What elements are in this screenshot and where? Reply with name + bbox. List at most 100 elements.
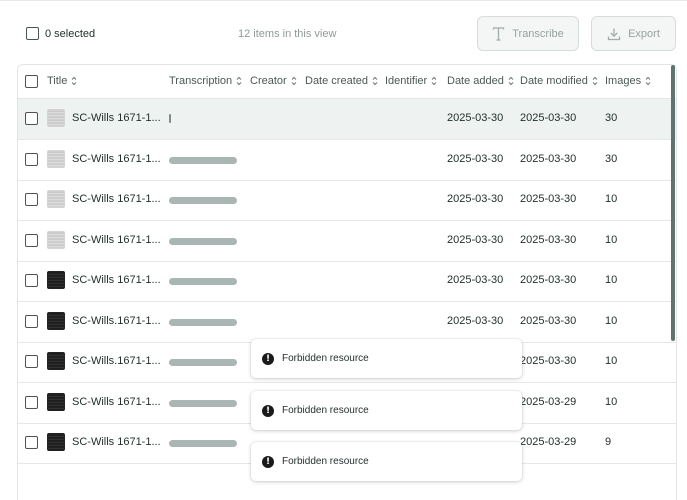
- sort-updown-icon: [592, 76, 598, 86]
- text-cursor-icon: [493, 26, 505, 41]
- column-label: Date modified: [520, 75, 588, 87]
- toast-message: Forbidden resource: [282, 353, 369, 364]
- table-row[interactable]: SC-Wills 1671-1... 2025-03-30 2025-03-30 10: [18, 221, 676, 262]
- sort-updown-icon: [72, 76, 77, 86]
- row-checkbox[interactable]: [25, 395, 38, 409]
- toast-notification: ! Forbidden resource: [251, 442, 522, 481]
- column-header-title[interactable]: Title: [47, 75, 77, 87]
- transcription-progress: [169, 399, 237, 407]
- row-checkbox[interactable]: [25, 233, 38, 247]
- row-images: 10: [605, 395, 618, 408]
- sort-updown-icon: [291, 76, 297, 86]
- row-title[interactable]: SC-Wills 1671-1...: [72, 193, 161, 205]
- row-title[interactable]: SC-Wills 1671-1...: [72, 234, 161, 246]
- row-date-modified: 2025-03-30: [520, 355, 577, 367]
- toast-notification: ! Forbidden resource: [251, 339, 522, 378]
- column-label: Creator: [250, 75, 287, 87]
- row-title[interactable]: SC-Wills.1671-1...: [72, 355, 161, 367]
- table-header: Title Transcription Creator Date created…: [18, 65, 676, 99]
- row-thumbnail: [47, 230, 65, 249]
- transcription-progress: [169, 440, 237, 447]
- items-count: 12 items in this view: [238, 28, 337, 40]
- column-label: Images: [605, 75, 642, 87]
- transcription-progress: [169, 114, 171, 123]
- row-checkbox[interactable]: [25, 355, 38, 368]
- row-title[interactable]: SC-Wills 1671-1...: [72, 274, 161, 286]
- column-header-date-modified[interactable]: Date modified: [520, 75, 598, 87]
- row-checkbox[interactable]: [25, 314, 38, 328]
- select-all-checkbox[interactable]: [26, 27, 39, 40]
- sort-updown-icon: [236, 76, 242, 86]
- sort-updown-icon: [372, 76, 378, 86]
- transcription-progress: [169, 156, 237, 164]
- column-label: Date added: [447, 75, 504, 87]
- row-title[interactable]: SC-Wills 1671-1...: [72, 396, 161, 408]
- row-date-modified: 2025-03-29: [520, 395, 577, 408]
- alert-circle-icon: !: [262, 352, 274, 365]
- transcription-progress: [169, 278, 237, 285]
- row-images: 10: [605, 355, 618, 367]
- table-row[interactable]: SC-Wills 1671-1... 2025-03-30 2025-03-30 30: [18, 140, 676, 181]
- transcription-progress: [169, 359, 237, 366]
- row-checkbox[interactable]: [25, 436, 38, 449]
- row-thumbnail: [47, 352, 65, 370]
- row-date-added: 2025-03-30: [447, 274, 504, 286]
- row-checkbox[interactable]: [25, 152, 38, 166]
- row-title[interactable]: SC-Wills.1671-1...: [72, 315, 161, 327]
- header-checkbox[interactable]: [25, 75, 38, 88]
- row-date-added: 2025-03-30: [447, 152, 504, 165]
- row-date-modified: 2025-03-30: [520, 274, 577, 286]
- row-images: 10: [605, 233, 618, 246]
- row-title[interactable]: SC-Wills 1671-1...: [72, 112, 161, 124]
- row-thumbnail: [47, 311, 65, 330]
- column-label: Identifier: [385, 75, 428, 87]
- column-header-creator[interactable]: Creator: [250, 75, 297, 87]
- column-header-date-added[interactable]: Date added: [447, 75, 514, 87]
- row-date-modified: 2025-03-30: [520, 152, 577, 165]
- toast-notification: ! Forbidden resource: [251, 391, 522, 430]
- row-date-added: 2025-03-30: [447, 314, 504, 327]
- alert-circle-icon: !: [262, 455, 274, 468]
- select-all[interactable]: 0 selected: [26, 27, 95, 40]
- row-title[interactable]: SC-Wills 1671-1...: [72, 436, 161, 448]
- toast-message: Forbidden resource: [282, 456, 369, 467]
- row-date-modified: 2025-03-30: [520, 314, 577, 327]
- export-button[interactable]: Export: [591, 16, 676, 51]
- selected-count: 0 selected: [45, 27, 96, 40]
- row-date-added: 2025-03-30: [447, 112, 504, 124]
- column-header-images[interactable]: Images: [605, 75, 651, 87]
- sort-updown-icon: [431, 76, 437, 86]
- row-date-modified: 2025-03-30: [520, 233, 577, 246]
- column-label: Transcription: [169, 75, 233, 87]
- table-row[interactable]: SC-Wills 1671-1... 2025-03-30 2025-03-30 10: [18, 261, 676, 302]
- transcribe-button[interactable]: Transcribe: [477, 16, 579, 51]
- row-images: 10: [605, 314, 618, 327]
- row-thumbnail: [47, 392, 65, 411]
- row-title[interactable]: SC-Wills 1671-1...: [72, 153, 161, 165]
- column-label: Date created: [305, 75, 368, 87]
- transcription-progress: [169, 237, 237, 245]
- scrollbar-thumb[interactable]: [671, 65, 675, 341]
- column-header-identifier[interactable]: Identifier: [385, 75, 437, 87]
- row-checkbox[interactable]: [25, 193, 38, 206]
- column-header-transcription[interactable]: Transcription: [169, 75, 242, 87]
- items-table: Title Transcription Creator Date created…: [17, 64, 677, 500]
- row-checkbox[interactable]: [25, 112, 38, 125]
- row-checkbox[interactable]: [25, 274, 38, 287]
- table-row[interactable]: SC-Wills 1671-1... 2025-03-30 2025-03-30 30: [18, 99, 676, 140]
- sort-updown-icon: [645, 76, 651, 86]
- table-row[interactable]: SC-Wills 1671-1... 2025-03-30 2025-03-30 10: [18, 180, 676, 221]
- column-header-date-created[interactable]: Date created: [305, 75, 378, 87]
- table-row[interactable]: SC-Wills.1671-1... 2025-03-30 2025-03-30 10: [18, 302, 676, 343]
- toolbar: 0 selected 12 items in this view Transcr…: [0, 0, 687, 64]
- sort-updown-icon: [508, 76, 514, 86]
- row-date-modified: 2025-03-30: [520, 193, 577, 205]
- row-images: 30: [605, 112, 618, 124]
- row-thumbnail: [47, 109, 65, 127]
- row-thumbnail: [47, 433, 65, 451]
- row-thumbnail: [47, 190, 65, 208]
- row-images: 10: [605, 193, 618, 205]
- toast-message: Forbidden resource: [282, 405, 369, 416]
- export-label: Export: [628, 27, 660, 40]
- row-date-modified: 2025-03-29: [520, 436, 577, 448]
